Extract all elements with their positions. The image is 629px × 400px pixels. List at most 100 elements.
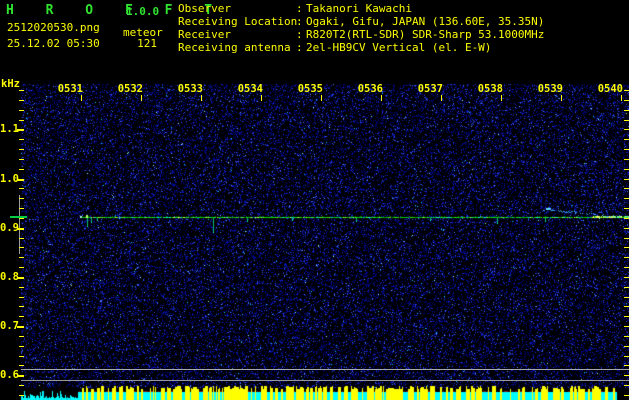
axis-tick [441, 95, 442, 101]
axis-tick [19, 90, 24, 91]
axis-tick [19, 139, 24, 140]
station-info-row: Receiving Location: Ogaki, Gifu, JAPAN (1… [178, 15, 544, 28]
axis-tick [624, 129, 629, 130]
axis-tick [624, 385, 629, 386]
axis-tick [624, 149, 629, 150]
axis-tick [19, 395, 24, 396]
axis-tick [141, 95, 142, 101]
axis-tick [19, 306, 24, 307]
axis-tick [19, 149, 24, 150]
axis-tick [19, 100, 24, 101]
freq-label: 0.6 [0, 369, 19, 382]
station-info-row: Receiver: R820T2(RTL-SDR) SDR-Sharp 53.10… [178, 28, 544, 41]
axis-tick [621, 95, 622, 101]
axis-tick [624, 169, 629, 170]
axis-tick [19, 336, 24, 337]
axis-tick [624, 159, 629, 160]
axis-tick [17, 129, 24, 131]
axis-tick [624, 326, 629, 327]
axis-tick [17, 375, 24, 377]
axis-tick [201, 95, 202, 101]
ref-line-upper [21, 369, 629, 370]
time-label: 0533 [177, 83, 203, 95]
axis-tick [19, 218, 24, 219]
info-separator: : [296, 15, 303, 28]
signal-level-strip [21, 388, 621, 400]
info-label: Observer [178, 2, 231, 15]
info-value: Ogaki, Gifu, JAPAN (136.60E, 35.35N) [306, 15, 545, 28]
axis-tick [624, 218, 629, 219]
info-value: Takanori Kawachi [306, 2, 412, 15]
time-label: 0539 [537, 83, 563, 95]
axis-tick [381, 95, 382, 101]
axis-tick [19, 159, 24, 160]
axis-tick [624, 198, 629, 199]
axis-tick [17, 228, 24, 230]
hrofft-screen: H R O F F T 1.0.0 2512020530.png meteor … [0, 0, 629, 400]
time-label: 0538 [477, 83, 503, 95]
observation-datetime: 25.12.02 05:30 [7, 37, 100, 50]
info-label: Receiving antenna [178, 41, 291, 54]
band-marker [19, 195, 20, 254]
axis-tick [19, 120, 24, 121]
freq-label: 0.8 [0, 270, 19, 283]
axis-tick [624, 188, 629, 189]
axis-tick [19, 169, 24, 170]
axis-tick [624, 297, 629, 298]
info-label: Receiving Location [178, 15, 298, 28]
axis-tick [19, 346, 24, 347]
axis-tick [624, 90, 629, 91]
axis-tick [261, 95, 262, 101]
info-separator: : [296, 41, 303, 54]
axis-tick [624, 267, 629, 268]
axis-tick [624, 336, 629, 337]
axis-tick [624, 228, 629, 229]
axis-tick [624, 316, 629, 317]
axis-tick [624, 120, 629, 121]
axis-tick [624, 287, 629, 288]
axis-tick [19, 365, 24, 366]
axis-tick [624, 179, 629, 180]
freq-label: 0.9 [0, 221, 19, 234]
axis-tick [19, 287, 24, 288]
axis-tick [624, 139, 629, 140]
ref-line-lower [21, 380, 629, 381]
station-info: Observer: Takanori Kawachi Receiving Locat… [178, 2, 544, 54]
axis-tick [19, 297, 24, 298]
axis-tick [501, 95, 502, 101]
noise-field [21, 84, 629, 388]
info-label: Receiver [178, 28, 231, 41]
axis-tick [624, 110, 629, 111]
station-info-row: Receiving antenna:2el-HB9CV Vertical (el… [178, 41, 544, 54]
axis-tick [624, 238, 629, 239]
axis-tick [624, 375, 629, 376]
axis-tick [624, 277, 629, 278]
freq-label: 0.7 [0, 320, 19, 333]
axis-tick [624, 208, 629, 209]
axis-tick [19, 247, 24, 248]
time-label: 0540 [597, 83, 623, 95]
axis-tick [17, 326, 24, 328]
axis-tick [17, 179, 24, 181]
axis-tick [19, 356, 24, 357]
axis-tick [19, 267, 24, 268]
axis-tick [19, 110, 24, 111]
info-value: R820T2(RTL-SDR) SDR-Sharp 53.1000MHz [306, 28, 545, 41]
info-value: 2el-HB9CV Vertical (el. E-W) [306, 41, 492, 54]
axis-tick [624, 395, 629, 396]
app-version: 1.0.0 [126, 5, 160, 18]
time-label: 0537 [417, 83, 443, 95]
axis-tick [19, 316, 24, 317]
time-label: 0535 [297, 83, 323, 95]
axis-tick [19, 257, 24, 258]
time-label: 0536 [357, 83, 383, 95]
time-label: 0532 [117, 83, 143, 95]
axis-tick [321, 95, 322, 101]
axis-tick [81, 95, 82, 101]
time-label: 0531 [57, 83, 83, 95]
axis-tick [561, 95, 562, 101]
axis-tick [624, 257, 629, 258]
axis-tick [624, 356, 629, 357]
info-separator: : [296, 28, 303, 41]
axis-tick [19, 238, 24, 239]
